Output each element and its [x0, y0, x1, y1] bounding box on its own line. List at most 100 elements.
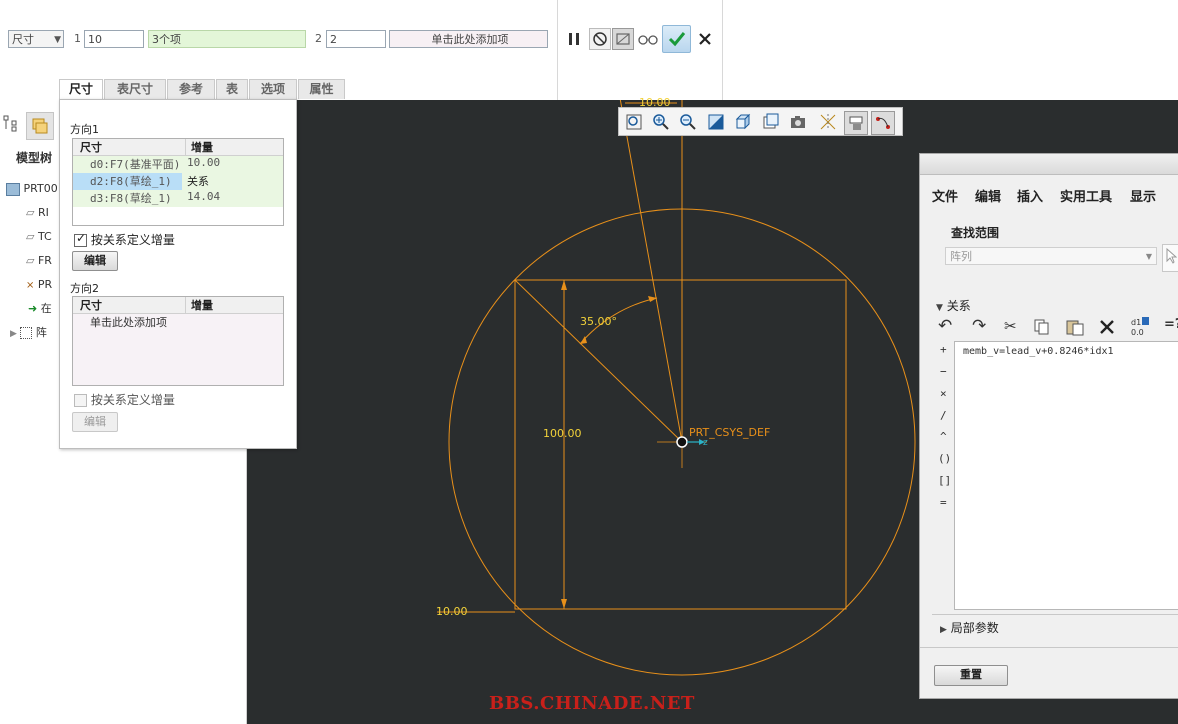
dimension-values-icon[interactable]: d10.0	[1130, 316, 1154, 338]
redo-icon[interactable]: ↷	[972, 316, 986, 336]
tab-properties[interactable]: 属性	[298, 79, 345, 99]
tree-item-part[interactable]: PRT00	[6, 179, 58, 199]
tree-item-insert-here[interactable]: ➜ 在	[28, 299, 52, 319]
tree-item-right-plane[interactable]: ▱ RI	[26, 203, 49, 223]
dir2-count-input[interactable]: 2	[326, 30, 386, 48]
no-preview-button[interactable]	[589, 28, 611, 50]
cancel-button[interactable]	[694, 28, 716, 50]
chevron-down-icon: ▼	[1145, 252, 1152, 261]
tree-item-label: TC	[37, 230, 52, 243]
col-divider	[185, 297, 186, 313]
checkbox-label: 按关系定义增量	[90, 393, 175, 407]
zoom-out-button[interactable]	[677, 111, 699, 133]
menu-insert[interactable]: 插入	[1017, 186, 1043, 205]
copy-icon[interactable]	[1033, 318, 1051, 336]
annotation-display-button[interactable]	[844, 111, 868, 135]
tab-table-dimensions[interactable]: 表尺寸	[104, 79, 166, 99]
display-style-button[interactable]	[732, 111, 754, 133]
datum-plane-icon: ▱	[26, 254, 35, 267]
verify-preview-button[interactable]	[637, 28, 659, 50]
tree-item-front-plane[interactable]: ▱ FR	[26, 251, 52, 271]
datum-plane-icon: ▱	[26, 206, 35, 219]
evaluate-icon[interactable]: =?	[1164, 317, 1178, 332]
height-dimension-label[interactable]: 100.00	[543, 427, 582, 440]
view-manager-button[interactable]	[787, 111, 809, 133]
operator-plus-button[interactable]: +	[940, 343, 947, 356]
table-row[interactable]: d3:F8(草绘_1) 14.04	[73, 190, 283, 207]
table-row[interactable]: d2:F8(草绘_1) 关系	[73, 173, 283, 190]
ok-button[interactable]	[662, 25, 691, 53]
saved-views-button[interactable]	[760, 111, 782, 133]
relations-dialog: 文件 编辑 插入 实用工具 显示 查找范围 阵列 ▼ ▼ 关系 ↶ ↷ ✂ d1…	[919, 153, 1178, 699]
geometry-preview-button[interactable]	[612, 28, 634, 50]
undo-icon[interactable]: ↶	[938, 316, 952, 336]
tab-tables[interactable]: 表	[216, 79, 248, 99]
model-tree-title: 模型树	[16, 151, 53, 165]
saved-views-icon	[763, 113, 779, 129]
datum-plane-icon: ▱	[26, 230, 35, 243]
expand-arrow-icon[interactable]: ▶	[10, 329, 17, 339]
sketch-display-button[interactable]	[871, 111, 895, 135]
tree-item-csys[interactable]: ⨯ PR	[26, 275, 52, 295]
operator-minus-button[interactable]: −	[940, 365, 947, 378]
select-cursor-button[interactable]	[1162, 244, 1178, 272]
csys-label: PRT_CSYS_DEF	[689, 426, 771, 439]
menu-file[interactable]: 文件	[932, 186, 958, 205]
relations-section-header[interactable]: ▼ 关系	[936, 297, 971, 314]
operator-multiply-button[interactable]: ×	[940, 387, 947, 400]
dir2-edit-button[interactable]: 编辑	[72, 412, 118, 432]
menu-utilities[interactable]: 实用工具	[1060, 186, 1112, 205]
csys-icon: ⨯	[26, 280, 35, 291]
table-row[interactable]: d0:F7(基准平面) 10.00	[73, 156, 283, 173]
operator-equals-button[interactable]: =	[940, 496, 947, 509]
tree-item-label: 阵	[35, 326, 47, 339]
tab-dimensions[interactable]: 尺寸	[59, 79, 103, 100]
row-inc[interactable]: 10.00	[187, 156, 220, 169]
tree-item-pattern[interactable]: ▶ 阵	[10, 323, 47, 343]
angle-dimension-label[interactable]: 35.00°	[580, 315, 617, 328]
operator-parens-button[interactable]: ()	[938, 452, 951, 465]
delete-icon[interactable]	[1099, 319, 1115, 335]
layers-tab-icon[interactable]	[26, 112, 54, 140]
pattern-type-select[interactable]: 尺寸 ▼	[8, 30, 64, 48]
operator-divide-button[interactable]: /	[940, 409, 947, 422]
operator-brackets-button[interactable]: []	[938, 474, 951, 487]
cut-icon[interactable]: ✂	[1004, 317, 1017, 335]
scope-value: 阵列	[950, 250, 972, 263]
local-params-header[interactable]: ▶ 局部参数	[940, 619, 999, 636]
dir1-count-input[interactable]: 10	[84, 30, 144, 48]
dir2-relation-checkbox[interactable]: 按关系定义增量	[74, 391, 175, 408]
tree-item-top-plane[interactable]: ▱ TC	[26, 227, 52, 247]
dir1-relation-checkbox[interactable]: ✓ 按关系定义增量	[74, 231, 175, 248]
menu-edit[interactable]: 编辑	[975, 186, 1001, 205]
reset-button[interactable]: 重置	[934, 665, 1008, 686]
dir2-items-collector[interactable]: 单击此处添加项	[389, 30, 548, 48]
part-icon	[6, 182, 20, 196]
scope-select[interactable]: 阵列 ▼	[945, 247, 1157, 265]
pause-button[interactable]	[563, 28, 585, 50]
add-item-row[interactable]: 单击此处添加项	[73, 314, 283, 331]
paste-icon[interactable]	[1065, 318, 1085, 336]
relations-editor[interactable]: memb_v=lead_v+0.8246*idx1	[954, 341, 1178, 610]
row-inc[interactable]: 14.04	[187, 190, 220, 203]
relation-text[interactable]: memb_v=lead_v+0.8246*idx1	[963, 346, 1114, 357]
repaint-button[interactable]	[705, 111, 727, 133]
datum-display-button[interactable]	[817, 111, 839, 133]
operator-power-button[interactable]: ^	[940, 430, 947, 443]
refit-button[interactable]	[623, 111, 645, 133]
bottom-dimension-label[interactable]: 10.00	[436, 605, 468, 618]
dir1-items-collector[interactable]: 3个项	[148, 30, 306, 48]
dir1-edit-button[interactable]: 编辑	[72, 251, 118, 271]
tree-item-label: PR	[37, 278, 53, 291]
tab-options[interactable]: 选项	[249, 79, 297, 99]
model-tree-icon[interactable]	[2, 114, 20, 132]
table-header: 尺寸 增量	[73, 297, 283, 314]
camera-icon	[791, 116, 805, 128]
row-inc[interactable]: 关系	[187, 173, 209, 189]
tab-references[interactable]: 参考	[167, 79, 215, 99]
zoom-in-button[interactable]	[650, 111, 672, 133]
menu-display[interactable]: 显示	[1130, 186, 1156, 205]
pattern-type-value: 尺寸	[12, 33, 34, 46]
dialog-title-bar[interactable]	[920, 154, 1178, 175]
expand-arrow-icon: ▶	[940, 625, 947, 635]
